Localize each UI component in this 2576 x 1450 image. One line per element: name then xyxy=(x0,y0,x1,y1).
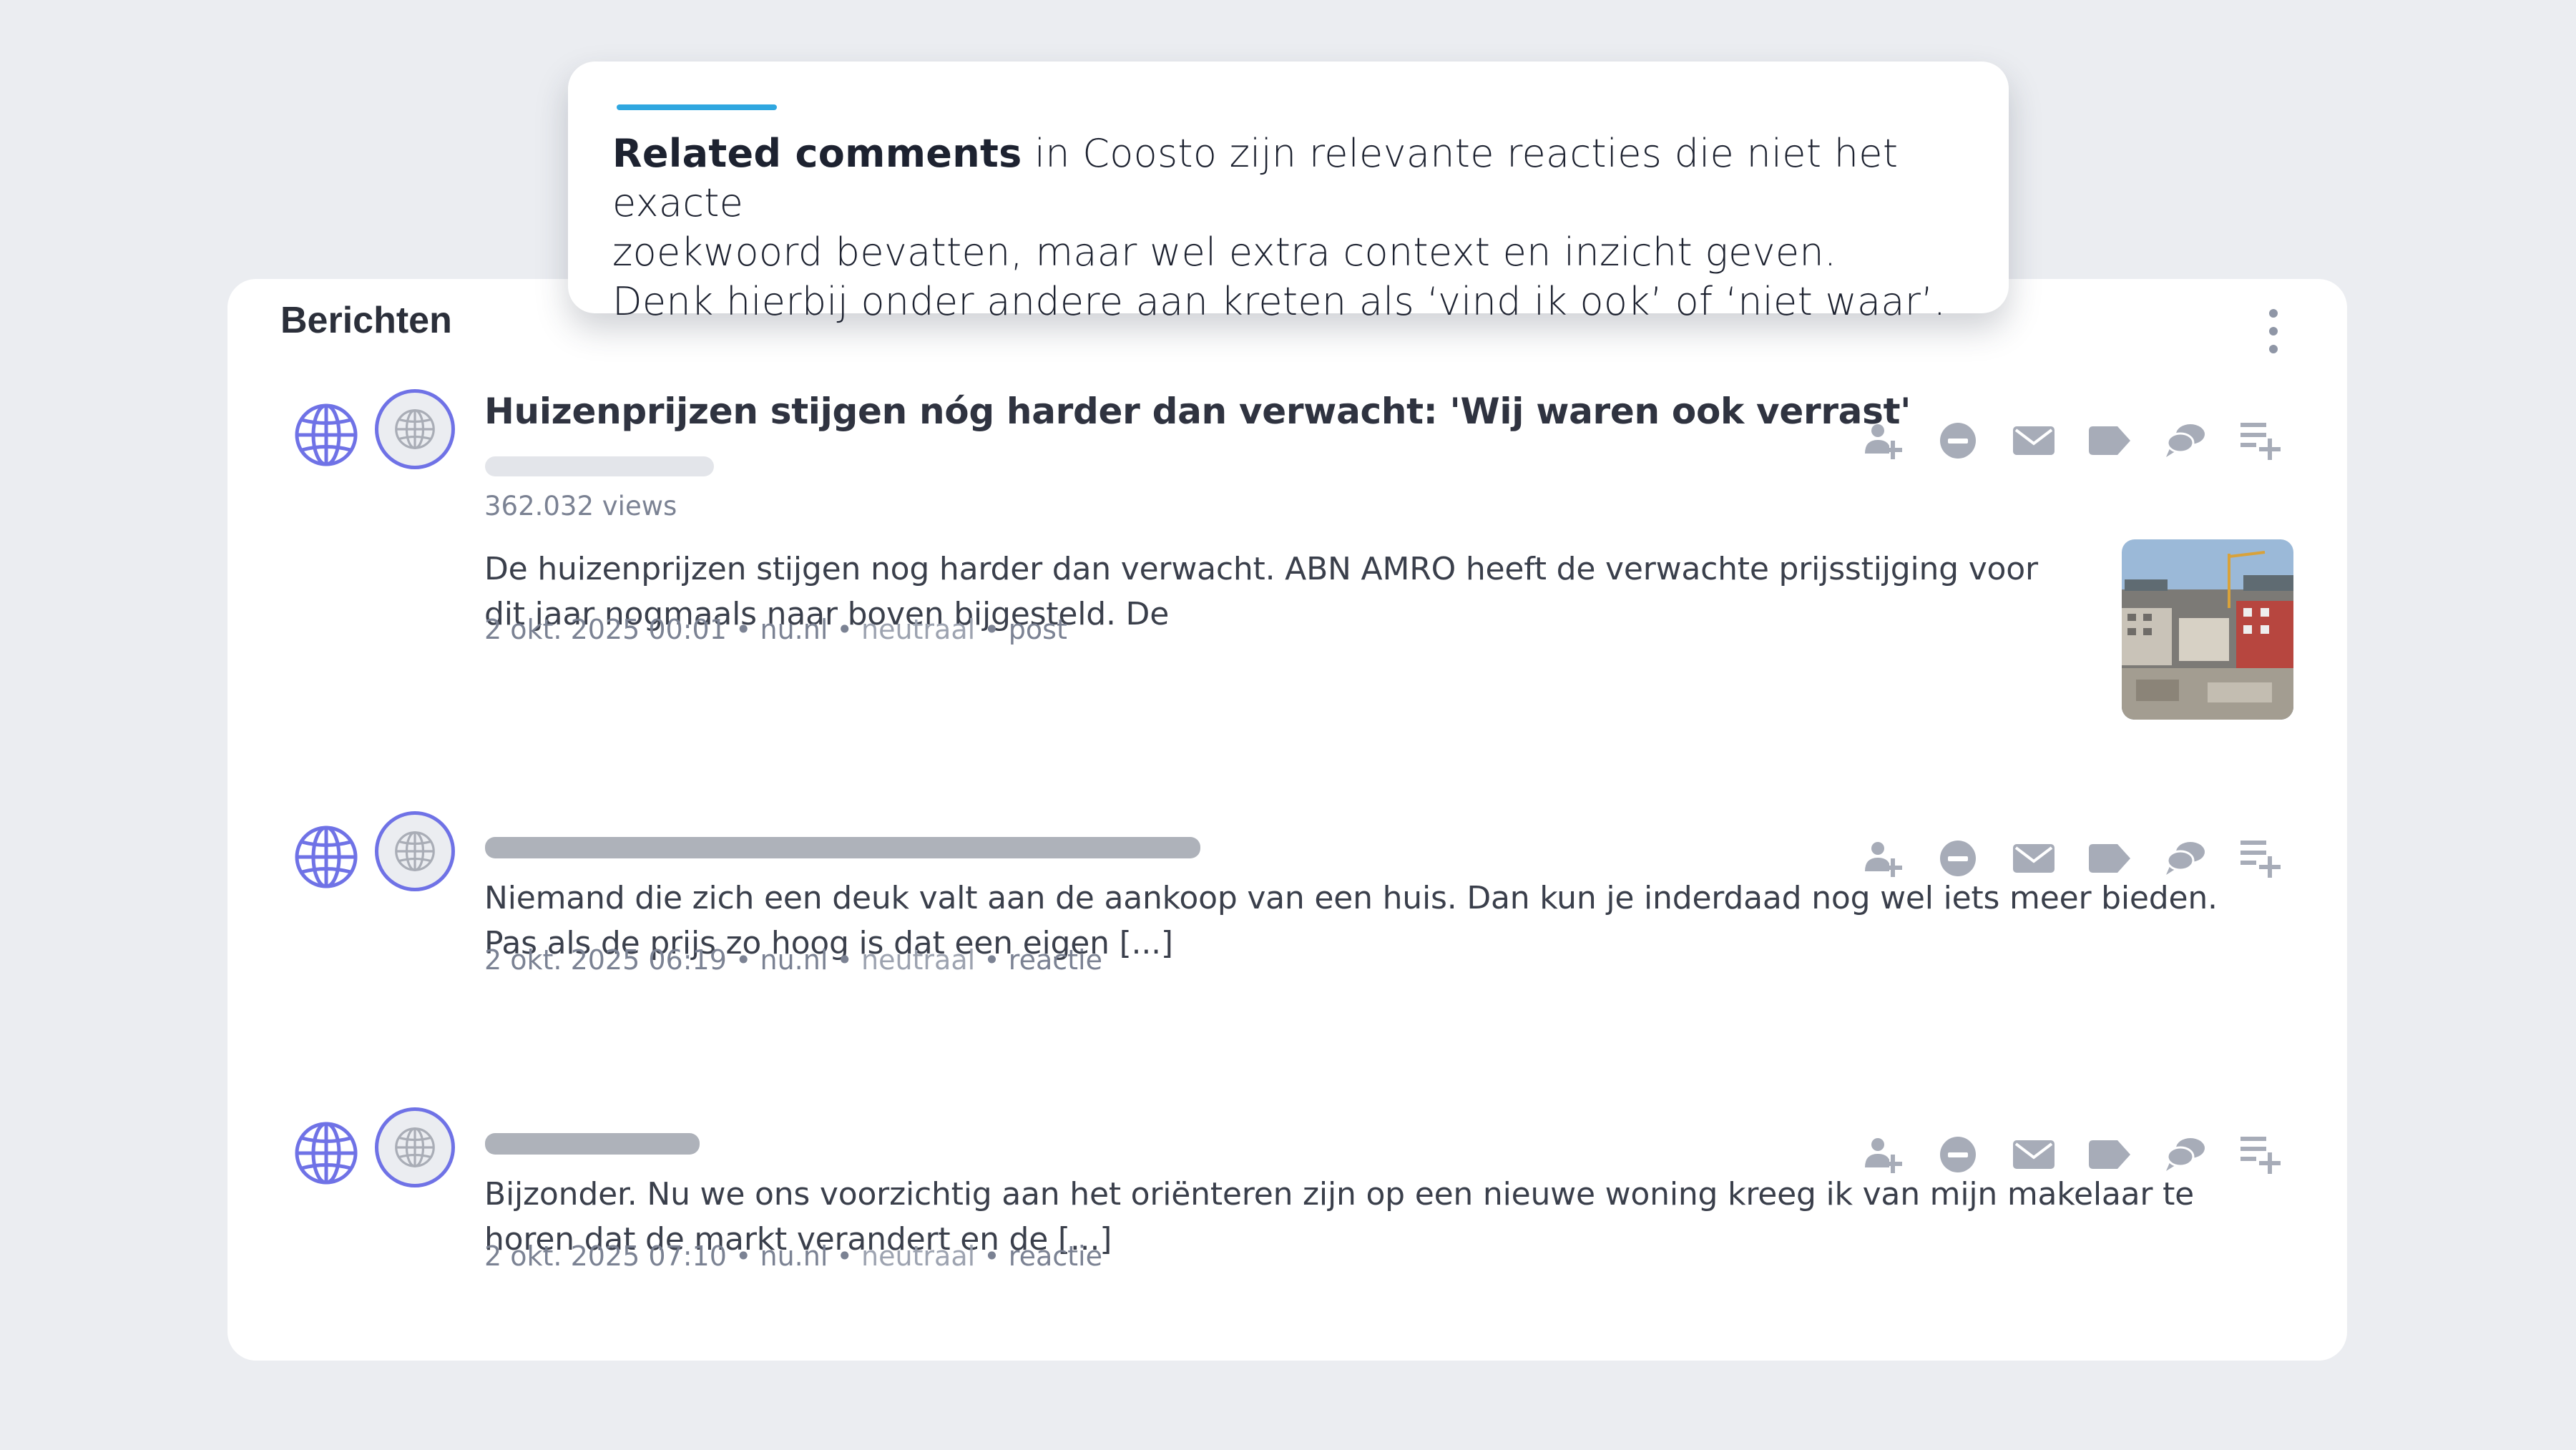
post-type: reactie xyxy=(1008,1240,1102,1272)
add-person-icon[interactable] xyxy=(1861,837,1904,880)
mail-icon[interactable] xyxy=(2012,1133,2055,1176)
post-actions xyxy=(1861,837,2283,880)
minus-circle-icon[interactable] xyxy=(1936,837,1979,880)
add-to-list-icon[interactable] xyxy=(2240,419,2283,462)
panel-title: Berichten xyxy=(280,300,452,341)
mail-icon[interactable] xyxy=(2012,837,2055,880)
callout-text: Related comments in Coosto zijn relevant… xyxy=(612,129,1972,326)
separator: • xyxy=(836,1240,853,1272)
post-source[interactable]: nu.nl xyxy=(760,944,828,976)
separator: • xyxy=(984,1240,1000,1272)
callout-line-3: Denk hierbij onder andere aan kreten als… xyxy=(612,279,1946,324)
post-date: 2 okt. 2025 00:01 xyxy=(484,614,727,645)
globe-icon xyxy=(295,826,358,888)
separator: • xyxy=(836,614,853,645)
separator: • xyxy=(735,614,752,645)
globe-icon xyxy=(395,1127,435,1167)
post-date: 2 okt. 2025 06:19 xyxy=(484,944,727,976)
post-type: post xyxy=(1008,614,1067,645)
messages-panel: Berichten Huizenprijzen stijgen nóg hard… xyxy=(227,279,2347,1361)
chat-bubbles-icon[interactable] xyxy=(2164,837,2207,880)
callout-highlight: Related comments xyxy=(612,131,1022,176)
chat-bubbles-icon[interactable] xyxy=(2164,1133,2207,1176)
tag-icon[interactable] xyxy=(2088,1133,2131,1176)
chat-bubbles-icon[interactable] xyxy=(2164,419,2207,462)
globe-icon xyxy=(295,403,358,466)
add-to-list-icon[interactable] xyxy=(2240,1133,2283,1176)
more-options-icon[interactable] xyxy=(2268,309,2278,353)
post-meta: 2 okt. 2025 06:19 • nu.nl • neutraal • r… xyxy=(484,944,1102,976)
separator: • xyxy=(984,944,1000,976)
post-date: 2 okt. 2025 07:10 xyxy=(484,1240,727,1272)
post-meta: 2 okt. 2025 00:01 • nu.nl • neutraal • p… xyxy=(484,614,1067,645)
add-person-icon[interactable] xyxy=(1861,419,1904,462)
separator: • xyxy=(836,944,853,976)
post-sentiment: neutraal xyxy=(861,944,976,976)
add-to-list-icon[interactable] xyxy=(2240,837,2283,880)
separator: • xyxy=(735,944,752,976)
author-placeholder xyxy=(485,837,1200,858)
post-meta: 2 okt. 2025 07:10 • nu.nl • neutraal • r… xyxy=(484,1240,1102,1272)
author-placeholder xyxy=(485,1133,700,1155)
post-source[interactable]: nu.nl xyxy=(760,1240,828,1272)
post-title[interactable]: Huizenprijzen stijgen nóg harder dan ver… xyxy=(484,391,1911,432)
post-source[interactable]: nu.nl xyxy=(760,614,828,645)
callout-line-2: zoekwoord bevatten, maar wel extra conte… xyxy=(612,230,1837,275)
callout-accent-line xyxy=(617,104,777,110)
minus-circle-icon[interactable] xyxy=(1936,419,1979,462)
globe-icon xyxy=(295,1122,358,1185)
separator: • xyxy=(735,1240,752,1272)
tag-icon[interactable] xyxy=(2088,837,2131,880)
mail-icon[interactable] xyxy=(2012,419,2055,462)
avatar[interactable] xyxy=(375,1107,455,1187)
post-sentiment: neutraal xyxy=(861,614,976,645)
post-actions xyxy=(1861,1133,2283,1176)
avatar[interactable] xyxy=(375,389,455,469)
post-type: reactie xyxy=(1008,944,1102,976)
post-thumbnail[interactable] xyxy=(2122,539,2293,720)
globe-icon xyxy=(395,831,435,871)
add-person-icon[interactable] xyxy=(1861,1133,1904,1176)
separator: • xyxy=(984,614,1000,645)
post-sentiment: neutraal xyxy=(861,1240,976,1272)
avatar[interactable] xyxy=(375,811,455,891)
globe-icon xyxy=(395,409,435,449)
info-callout: Related comments in Coosto zijn relevant… xyxy=(568,62,2009,324)
minus-circle-icon[interactable] xyxy=(1936,1133,1979,1176)
post-actions xyxy=(1861,419,2283,462)
tag-icon[interactable] xyxy=(2088,419,2131,462)
author-placeholder xyxy=(485,456,714,476)
views-count: 362.032 views xyxy=(484,491,677,521)
